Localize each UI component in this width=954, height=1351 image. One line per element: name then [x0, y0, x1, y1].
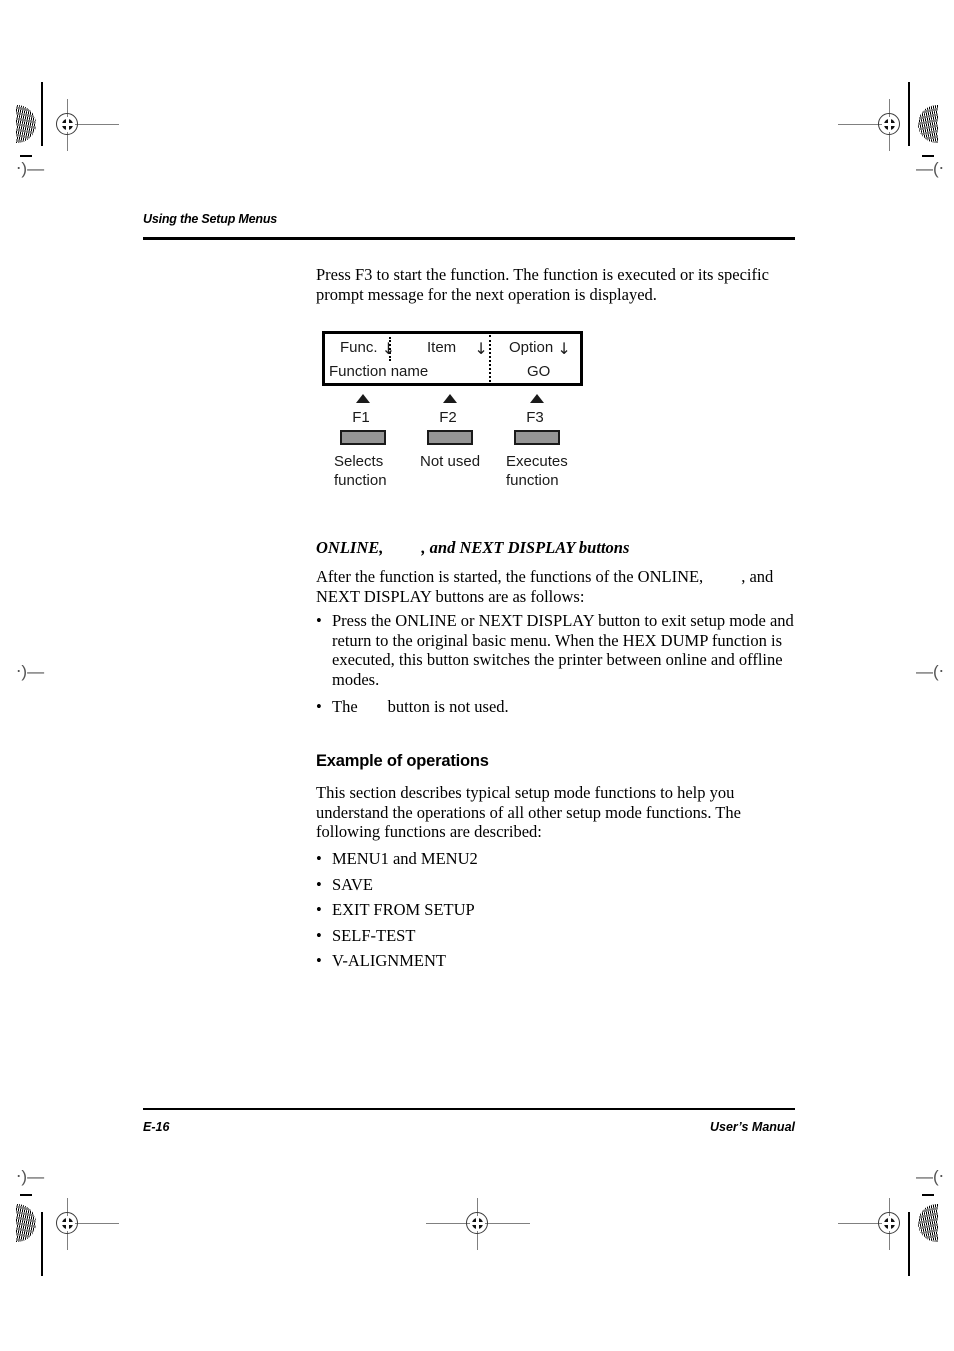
fkey-caption-f1-line2: function	[334, 472, 387, 489]
registration-crosshair-bottom-center	[426, 1196, 530, 1252]
registration-wedge-bottom-left	[16, 1204, 36, 1242]
down-arrow-icon: ↓	[381, 339, 396, 358]
online-bullet2-part1: The	[332, 697, 358, 716]
fkey-label-f2: F2	[439, 409, 457, 426]
online-subheading-part2: , and NEXT DISPLAY buttons	[421, 538, 630, 557]
online-intro-part2: , and	[741, 567, 774, 586]
online-intro-line2: NEXT DISPLAY buttons are as follows:	[316, 586, 585, 606]
lcd-option-label-text: Option	[509, 339, 554, 356]
online-intro-part1: After the function is started, the funct…	[316, 567, 704, 586]
down-arrow-icon: ↓	[474, 339, 488, 358]
registration-dash-bottom-left	[20, 1194, 32, 1196]
example-function-list: MENU1 and MENU2 SAVE EXIT FROM SETUP SEL…	[316, 849, 796, 971]
registration-dash-top-right	[922, 155, 934, 157]
lcd-item-label-text: Item	[427, 339, 457, 356]
online-bullet-list: Press the ONLINE or NEXT DISPLAY button …	[316, 611, 796, 689]
registration-crosshair-bottom-left	[40, 1196, 119, 1252]
fkey-caption-f3-line1: Executes	[506, 453, 568, 470]
lcd-func-label: Func. ↓	[340, 339, 396, 358]
registration-bracket-mid-left: ⋅)—	[16, 662, 45, 681]
example-section-paragraph: This section describes typical setup mod…	[316, 783, 741, 841]
intro-paragraph: Press F3 to start the function. The func…	[316, 265, 769, 304]
fkey-caption-f2-line1: Not used	[420, 453, 481, 470]
list-item: SELF-TEST	[316, 926, 796, 946]
lcd-option-value: GO	[527, 363, 551, 380]
registration-bracket-bottom-right: —(⋅	[916, 1167, 945, 1186]
registration-crosshair-top-right	[838, 97, 918, 153]
registration-crosshair-top-left	[40, 97, 119, 153]
registration-bracket-top-left: ⋅)—	[16, 159, 45, 178]
footer-rule	[143, 1108, 795, 1110]
registration-dash-bottom-right	[922, 1194, 934, 1196]
down-arrow-icon: ↓	[557, 339, 571, 358]
fkey-button-f3[interactable]	[514, 430, 560, 445]
online-bullet2-part2: button is not used.	[387, 697, 509, 716]
list-item: EXIT FROM SETUP	[316, 900, 796, 920]
list-item: Press the ONLINE or NEXT DISPLAY button …	[316, 611, 796, 689]
registration-wedge-bottom-right	[918, 1204, 938, 1242]
fkey-button-f2[interactable]	[427, 430, 473, 445]
running-head: Using the Setup Menus	[143, 212, 278, 226]
registration-bracket-top-right: —(⋅	[916, 159, 945, 178]
registration-wedge-top-left	[16, 105, 36, 143]
header-rule	[143, 237, 795, 240]
lcd-func-label-text: Func.	[340, 339, 378, 356]
registration-dash-top-left	[20, 155, 32, 157]
lcd-item-label: Item ↓	[427, 339, 488, 358]
online-subheading: ONLINE, , and NEXT DISPLAY buttons	[316, 538, 796, 558]
online-intro-paragraph: After the function is started, the funct…	[316, 567, 796, 606]
list-item: V-ALIGNMENT	[316, 951, 796, 971]
up-arrow-icon-f2	[443, 394, 457, 403]
list-item: SAVE	[316, 875, 796, 895]
manual-label: User’s Manual	[710, 1120, 795, 1134]
online-subheading-part1: ONLINE,	[316, 538, 384, 557]
online-bullet-list-2: The button is not used.	[316, 697, 796, 717]
lcd-option-label: Option ↓	[509, 339, 571, 358]
page-number: E-16	[143, 1120, 170, 1134]
registration-crosshair-bottom-right	[838, 1196, 918, 1252]
registration-bracket-mid-right: —(⋅	[916, 662, 945, 681]
fkey-caption-f1-line1: Selects	[334, 453, 384, 470]
lcd-separator-item-option	[489, 335, 491, 386]
list-item: The button is not used.	[316, 697, 796, 717]
fkey-button-f1[interactable]	[340, 430, 386, 445]
fkey-label-f1: F1	[352, 409, 370, 426]
list-item: MENU1 and MENU2	[316, 849, 796, 869]
fkey-label-f3: F3	[526, 409, 544, 426]
up-arrow-icon-f1	[356, 394, 370, 403]
example-section-heading: Example of operations	[316, 752, 489, 770]
up-arrow-icon-f3	[530, 394, 544, 403]
registration-bracket-bottom-left: ⋅)—	[16, 1167, 45, 1186]
fkey-caption-f3-line2: function	[506, 472, 559, 489]
registration-wedge-top-right	[918, 105, 938, 143]
lcd-func-value: Function name	[329, 363, 429, 380]
